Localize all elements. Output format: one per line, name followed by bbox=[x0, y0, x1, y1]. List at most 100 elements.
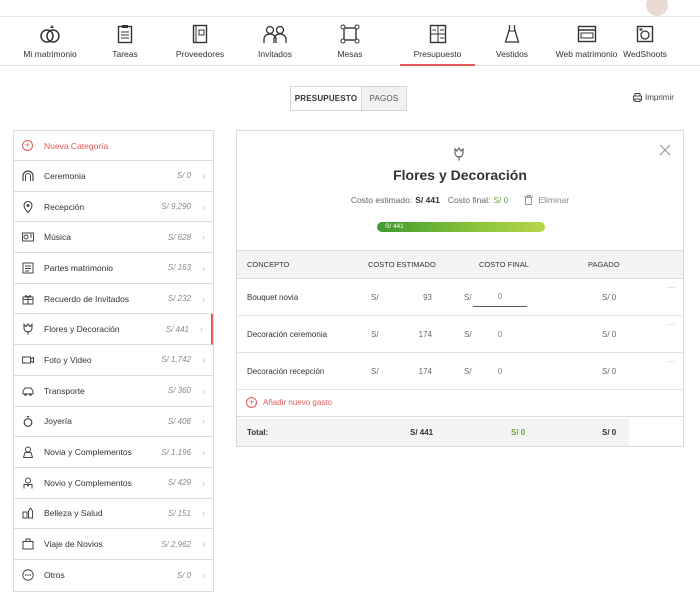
nav-label: Web matrimonio bbox=[555, 49, 618, 59]
row-menu-icon[interactable]: ··· bbox=[667, 306, 675, 342]
sidebar-item[interactable]: Ceremonia S/ 0 › bbox=[14, 161, 213, 192]
table-row: Decoración recepción S/174 S/0 S/ 0 ··· bbox=[237, 353, 683, 390]
category-list: Ceremonia S/ 0 › Recepción S/ 9,290 › Música S/… bbox=[14, 161, 213, 591]
sidebar-item[interactable]: Belleza y Salud S/ 151 › bbox=[14, 499, 213, 530]
rings-icon bbox=[39, 23, 61, 45]
final-cost-label: Costo final: bbox=[447, 195, 491, 205]
chevron-right-icon: › bbox=[202, 570, 205, 581]
sidebar-item-label: Recuerdo de Invitados bbox=[44, 293, 130, 304]
estimated-cost-input[interactable]: 174 bbox=[397, 316, 432, 352]
nav-label: Tareas bbox=[112, 49, 138, 59]
sidebar-item-value: S/ 0 bbox=[176, 171, 191, 181]
sidebar-item[interactable]: Novio y Complementos S/ 429 › bbox=[14, 468, 213, 499]
main-nav: Mi matrimonio Tareas Proveedores Invitad… bbox=[0, 17, 700, 66]
close-icon[interactable] bbox=[659, 143, 671, 161]
sidebar-item-value: S/ 0 bbox=[176, 570, 191, 580]
nav-proveedores[interactable]: Proveedores bbox=[150, 17, 250, 65]
total-paid: S/ 0 bbox=[602, 427, 617, 437]
invitation-card-icon bbox=[22, 262, 34, 274]
print-label: Imprimir bbox=[645, 93, 674, 102]
gift-icon bbox=[22, 293, 34, 305]
sidebar-item-value: S/ 2,962 bbox=[161, 539, 191, 549]
avatar[interactable] bbox=[646, 0, 668, 16]
delete-category-button[interactable]: Eliminar bbox=[524, 195, 569, 205]
nav-mi-matrimonio[interactable]: Mi matrimonio bbox=[0, 17, 100, 65]
clipboard-icon bbox=[117, 23, 133, 45]
top-strip bbox=[0, 0, 700, 17]
sidebar-item[interactable]: Transporte S/ 360 › bbox=[14, 376, 213, 407]
sidebar-item[interactable]: Joyería S/ 406 › bbox=[14, 407, 213, 438]
sidebar-item-label: Belleza y Salud bbox=[44, 508, 103, 519]
more-icon bbox=[22, 569, 34, 581]
nav-label: Proveedores bbox=[175, 49, 225, 59]
currency-label: S/ bbox=[464, 329, 472, 339]
sidebar-item-value: S/ 360 bbox=[167, 386, 191, 396]
tab-pagos[interactable]: PAGOS bbox=[362, 87, 406, 110]
sidebar-item-value: S/ 1,742 bbox=[161, 355, 191, 365]
estimated-cost-value: S/ 441 bbox=[415, 195, 440, 205]
guests-icon bbox=[263, 23, 287, 45]
expense-concept[interactable]: Decoración ceremonia bbox=[247, 316, 327, 352]
chevron-right-icon: › bbox=[202, 477, 205, 488]
nav-web-matrimonio[interactable]: Web matrimonio bbox=[549, 17, 624, 65]
chevron-right-icon: › bbox=[202, 539, 205, 550]
table-icon bbox=[340, 23, 360, 45]
estimated-cost-input[interactable]: 93 bbox=[397, 279, 432, 315]
currency-label: S/ bbox=[464, 366, 472, 376]
suitcase-icon bbox=[22, 538, 34, 550]
sidebar-item[interactable]: Novia y Complementos S/ 1,196 › bbox=[14, 437, 213, 468]
video-camera-icon bbox=[22, 354, 34, 366]
nav-presupuesto[interactable]: Presupuesto bbox=[400, 17, 475, 66]
sidebar-item-label: Ceremonia bbox=[44, 170, 86, 181]
sidebar-item-value: S/ 429 bbox=[167, 478, 191, 488]
col-costo-estimado: COSTO ESTIMADO bbox=[368, 260, 436, 269]
view-tabs: PRESUPUESTO PAGOS bbox=[290, 86, 407, 111]
final-cost-value: S/ 0 bbox=[493, 195, 509, 205]
row-menu-icon[interactable]: ··· bbox=[667, 269, 675, 305]
sidebar-item[interactable]: Flores y Decoración S/ 441 › bbox=[14, 314, 213, 346]
nav-wedshoots[interactable]: WedShoots bbox=[623, 17, 667, 65]
estimated-cost-input[interactable]: 174 bbox=[397, 353, 432, 389]
new-category-button[interactable]: + Nueva Categoría bbox=[14, 131, 213, 161]
sidebar-item[interactable]: Viaje de Novios S/ 2,962 › bbox=[14, 529, 213, 560]
progress-label: S/ 441 bbox=[385, 223, 404, 230]
add-expense-button[interactable]: + Añadir nuevo gasto bbox=[237, 389, 683, 417]
tab-presupuesto[interactable]: PRESUPUESTO bbox=[291, 87, 362, 110]
currency-label: S/ bbox=[464, 292, 472, 302]
nav-invitados[interactable]: Invitados bbox=[250, 17, 300, 65]
nav-label: WedShoots bbox=[623, 49, 667, 59]
paid-value: S/ 0 bbox=[602, 329, 617, 339]
final-cost-input[interactable]: 0 bbox=[473, 287, 527, 307]
plus-icon: + bbox=[22, 140, 33, 151]
row-menu-icon[interactable]: ··· bbox=[667, 343, 675, 379]
nav-tareas[interactable]: Tareas bbox=[100, 17, 150, 65]
expense-concept[interactable]: Decoración recepción bbox=[247, 353, 324, 389]
sidebar-item[interactable]: Foto y Video S/ 1,742 › bbox=[14, 345, 213, 376]
printer-icon bbox=[633, 93, 642, 102]
chevron-right-icon: › bbox=[202, 262, 205, 273]
sidebar-item[interactable]: Recepción S/ 9,290 › bbox=[14, 192, 213, 223]
flower-icon bbox=[22, 323, 34, 335]
arch-icon bbox=[22, 170, 34, 182]
nav-mesas[interactable]: Mesas bbox=[300, 17, 400, 65]
sidebar-item[interactable]: Música S/ 628 › bbox=[14, 222, 213, 254]
budget-progress-bar: S/ 441 bbox=[377, 222, 545, 232]
sidebar-item[interactable]: Recuerdo de Invitados S/ 232 › bbox=[14, 284, 213, 315]
chevron-right-icon: › bbox=[202, 293, 205, 304]
sidebar-item[interactable]: Partes matrimonio S/ 163 › bbox=[14, 253, 213, 284]
chevron-right-icon: › bbox=[202, 170, 205, 181]
currency-label: S/ bbox=[371, 292, 379, 302]
final-cost-input[interactable]: 0 bbox=[473, 316, 527, 352]
nav-vestidos[interactable]: Vestidos bbox=[475, 17, 549, 65]
sidebar-item-label: Joyería bbox=[44, 416, 72, 427]
expense-concept[interactable]: Bouquet novia bbox=[247, 279, 298, 315]
sidebar-item-value: S/ 163 bbox=[167, 263, 191, 273]
print-button[interactable]: Imprimir bbox=[633, 93, 674, 102]
total-final: S/ 0 bbox=[511, 427, 526, 437]
final-cost-input[interactable]: 0 bbox=[473, 353, 527, 389]
currency-label: S/ bbox=[371, 329, 379, 339]
dress-icon bbox=[504, 23, 520, 45]
estimated-cost-label: Costo estimado: bbox=[350, 195, 413, 205]
chevron-right-icon: › bbox=[202, 508, 205, 519]
sidebar-item[interactable]: Otros S/ 0 › bbox=[14, 560, 213, 591]
